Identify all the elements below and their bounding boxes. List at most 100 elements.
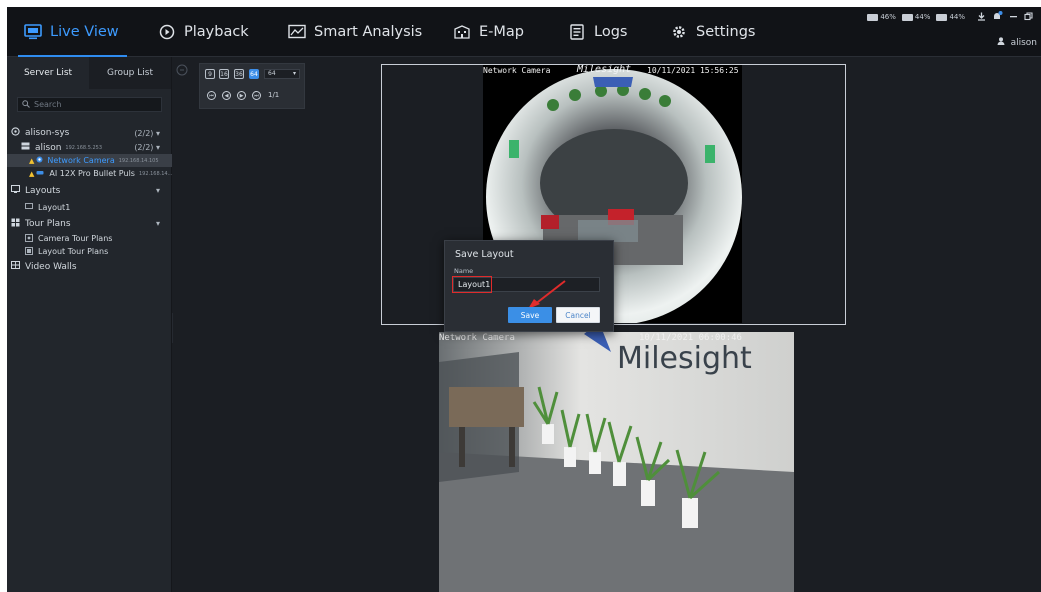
nav-settings-label: Settings	[696, 24, 756, 40]
tree-layouts[interactable]: Layouts ▾	[7, 182, 172, 199]
nav-live-view[interactable]: Live View	[18, 7, 127, 57]
disk-status: 44%	[936, 13, 965, 21]
cancel-button[interactable]: Cancel	[556, 307, 600, 323]
video-walls-label: Video Walls	[25, 261, 77, 272]
next-page-icon[interactable]: ▶	[237, 91, 246, 100]
disk-value: 44%	[949, 13, 965, 21]
tree-video-walls[interactable]: Video Walls	[7, 258, 172, 275]
nvr-name: alison	[35, 142, 62, 153]
camera-name: Network Camera	[47, 156, 115, 165]
restore-icon[interactable]	[1024, 11, 1033, 23]
camera-tour-icon	[25, 233, 33, 244]
nav-smart-analysis-label: Smart Analysis	[314, 24, 423, 40]
nav-playback[interactable]: Playback	[158, 7, 249, 57]
tree-nvr[interactable]: alison 192.168.5.253 (2/2) ▾	[7, 141, 172, 154]
warning-icon: ▲	[29, 169, 35, 178]
layout-icon	[11, 185, 20, 196]
video-timestamp: 10/11/2021 15:56:25	[647, 66, 739, 75]
system-status: 46% 44% 44%	[867, 11, 1033, 23]
tree-layout1[interactable]: Layout1	[7, 199, 172, 215]
tour-plans-label: Tour Plans	[25, 218, 71, 229]
server-count-value: (2/2)	[134, 128, 154, 138]
chart-icon	[288, 24, 306, 40]
chevron-down-icon: ▾	[155, 128, 160, 138]
server-count: (2/2) ▾	[134, 129, 160, 138]
notification-icon[interactable]	[992, 11, 1003, 23]
disk-icon	[936, 13, 948, 21]
camera-name: AI 12X Pro Bullet Puls	[49, 169, 135, 178]
prev-page-icon[interactable]: ◀	[222, 91, 231, 100]
download-icon[interactable]	[977, 12, 986, 23]
cpu-icon	[867, 13, 879, 21]
layout-icon	[25, 202, 33, 212]
tree-tour-plans[interactable]: Tour Plans ▾	[7, 215, 172, 232]
chevron-down-icon: ▾	[155, 143, 160, 152]
app-window: Live View Playback Smart Analysis E-Map …	[7, 7, 1041, 592]
dialog-title: Save Layout	[455, 249, 514, 260]
grid-36-button[interactable]: 36	[234, 69, 244, 79]
search-input[interactable]: Search	[17, 97, 162, 112]
bullet-camera-icon	[36, 169, 45, 178]
tree-camera-network[interactable]: ▲ Network Camera 192.168.14.105	[7, 154, 172, 167]
tree-camera-tour-plans[interactable]: Camera Tour Plans	[7, 232, 172, 245]
tab-server-list[interactable]: Server List	[7, 57, 89, 89]
tree-layout-tour-plans[interactable]: Layout Tour Plans	[7, 245, 172, 258]
nav-smart-analysis[interactable]: Smart Analysis	[288, 7, 422, 57]
play-circle-icon	[158, 24, 176, 40]
layout1-label: Layout1	[38, 202, 71, 212]
page-indicator: 1/1	[268, 91, 280, 99]
tour-plans-icon	[11, 218, 20, 230]
search-placeholder: Search	[34, 100, 62, 109]
camera-ip: 192.168.14...	[138, 170, 173, 177]
save-button[interactable]: Save	[508, 307, 552, 323]
video-title: Network Camera	[439, 333, 515, 343]
device-sidebar: Server List Group List Search alison-sys…	[7, 57, 172, 592]
cpu-status: 46%	[867, 13, 896, 21]
gear-icon	[670, 24, 688, 40]
nav-settings[interactable]: Settings	[670, 7, 755, 57]
save-layout-dialog: Save Layout Name Layout1 Save Cancel	[444, 240, 614, 332]
memory-icon	[901, 13, 913, 21]
grid-count-select[interactable]: 64 ▾	[264, 69, 300, 79]
chevron-down-icon: ▾	[155, 186, 160, 195]
minimize-icon[interactable]	[1009, 12, 1018, 23]
nav-e-map[interactable]: E-Map	[453, 7, 524, 57]
grid-64-button[interactable]: 64	[249, 69, 259, 79]
toolbar-toggle-icon[interactable]	[176, 64, 188, 79]
first-page-icon[interactable]: ⏮	[207, 91, 216, 100]
last-page-icon[interactable]: ⏭	[252, 91, 261, 100]
tree-camera-bullet[interactable]: ▲ AI 12X Pro Bullet Puls 192.168.14...	[7, 167, 172, 180]
user-name: alison	[1010, 37, 1037, 48]
grid-16-button[interactable]: 16	[219, 69, 229, 79]
video-feed-lobby[interactable]: Milesight Network Camera 10/11/2021 06:0…	[439, 332, 794, 592]
layouts-label: Layouts	[25, 185, 61, 196]
device-tree: alison-sys (2/2) ▾ alison 192.168.5.253 …	[7, 125, 172, 275]
user-menu[interactable]: alison	[997, 37, 1037, 48]
top-nav-bar: Live View Playback Smart Analysis E-Map …	[7, 7, 1041, 57]
layout-name-value: Layout1	[458, 280, 491, 289]
chevron-down-icon: ▾	[155, 219, 160, 228]
warning-icon: ▲	[29, 156, 35, 165]
layout-toolbar: 9 16 36 64 64 ▾ ⏮ ◀ ▶ ⏭ 1/1	[199, 63, 305, 109]
search-icon	[22, 99, 30, 110]
nav-live-view-label: Live View	[50, 24, 119, 40]
user-icon	[997, 37, 1005, 48]
nav-logs[interactable]: Logs	[568, 7, 627, 57]
name-label: Name	[454, 267, 474, 275]
nav-logs-label: Logs	[594, 24, 628, 40]
sidebar-tabs: Server List Group List	[7, 57, 171, 89]
grid-count-value: 64	[268, 70, 276, 77]
tree-server[interactable]: alison-sys (2/2) ▾	[7, 125, 172, 141]
camera-ip: 192.168.14.105	[118, 157, 159, 164]
nav-playback-label: Playback	[184, 24, 249, 40]
memory-status: 44%	[901, 13, 931, 21]
wall-logo-text: Milesight	[617, 341, 752, 376]
memory-value: 44%	[914, 13, 931, 21]
building-icon	[453, 24, 471, 40]
grid-9-button[interactable]: 9	[205, 69, 215, 79]
tab-group-list[interactable]: Group List	[89, 57, 171, 89]
layout-tour-icon	[25, 246, 33, 257]
server-icon	[11, 127, 20, 139]
nvr-count-value: (2/2)	[134, 143, 154, 152]
milesight-logo: Milesight	[577, 65, 632, 75]
